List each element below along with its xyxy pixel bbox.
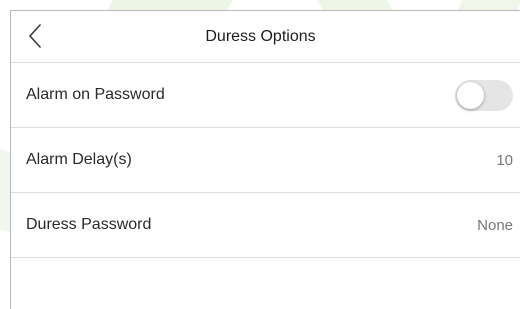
alarm-delay-row[interactable]: Alarm Delay(s) 10 [11,128,520,193]
header-bar: Duress Options [11,11,520,63]
background-decoration [457,0,520,10]
alarm-delay-label: Alarm Delay(s) [26,151,132,168]
background-decoration [107,0,233,10]
duress-password-row[interactable]: Duress Password None [11,193,520,258]
alarm-on-password-toggle[interactable] [455,79,513,111]
page-title: Duress Options [205,28,316,45]
duress-password-value: None [477,216,513,234]
alarm-on-password-label: Alarm on Password [26,86,165,103]
alarm-on-password-row[interactable]: Alarm on Password [11,63,520,128]
toggle-knob [457,81,484,109]
background-decoration [317,0,393,10]
duress-options-screen: Duress Options Alarm on Password Alarm D… [10,10,520,309]
duress-password-label: Duress Password [26,216,152,233]
alarm-delay-value: 10 [496,151,513,169]
